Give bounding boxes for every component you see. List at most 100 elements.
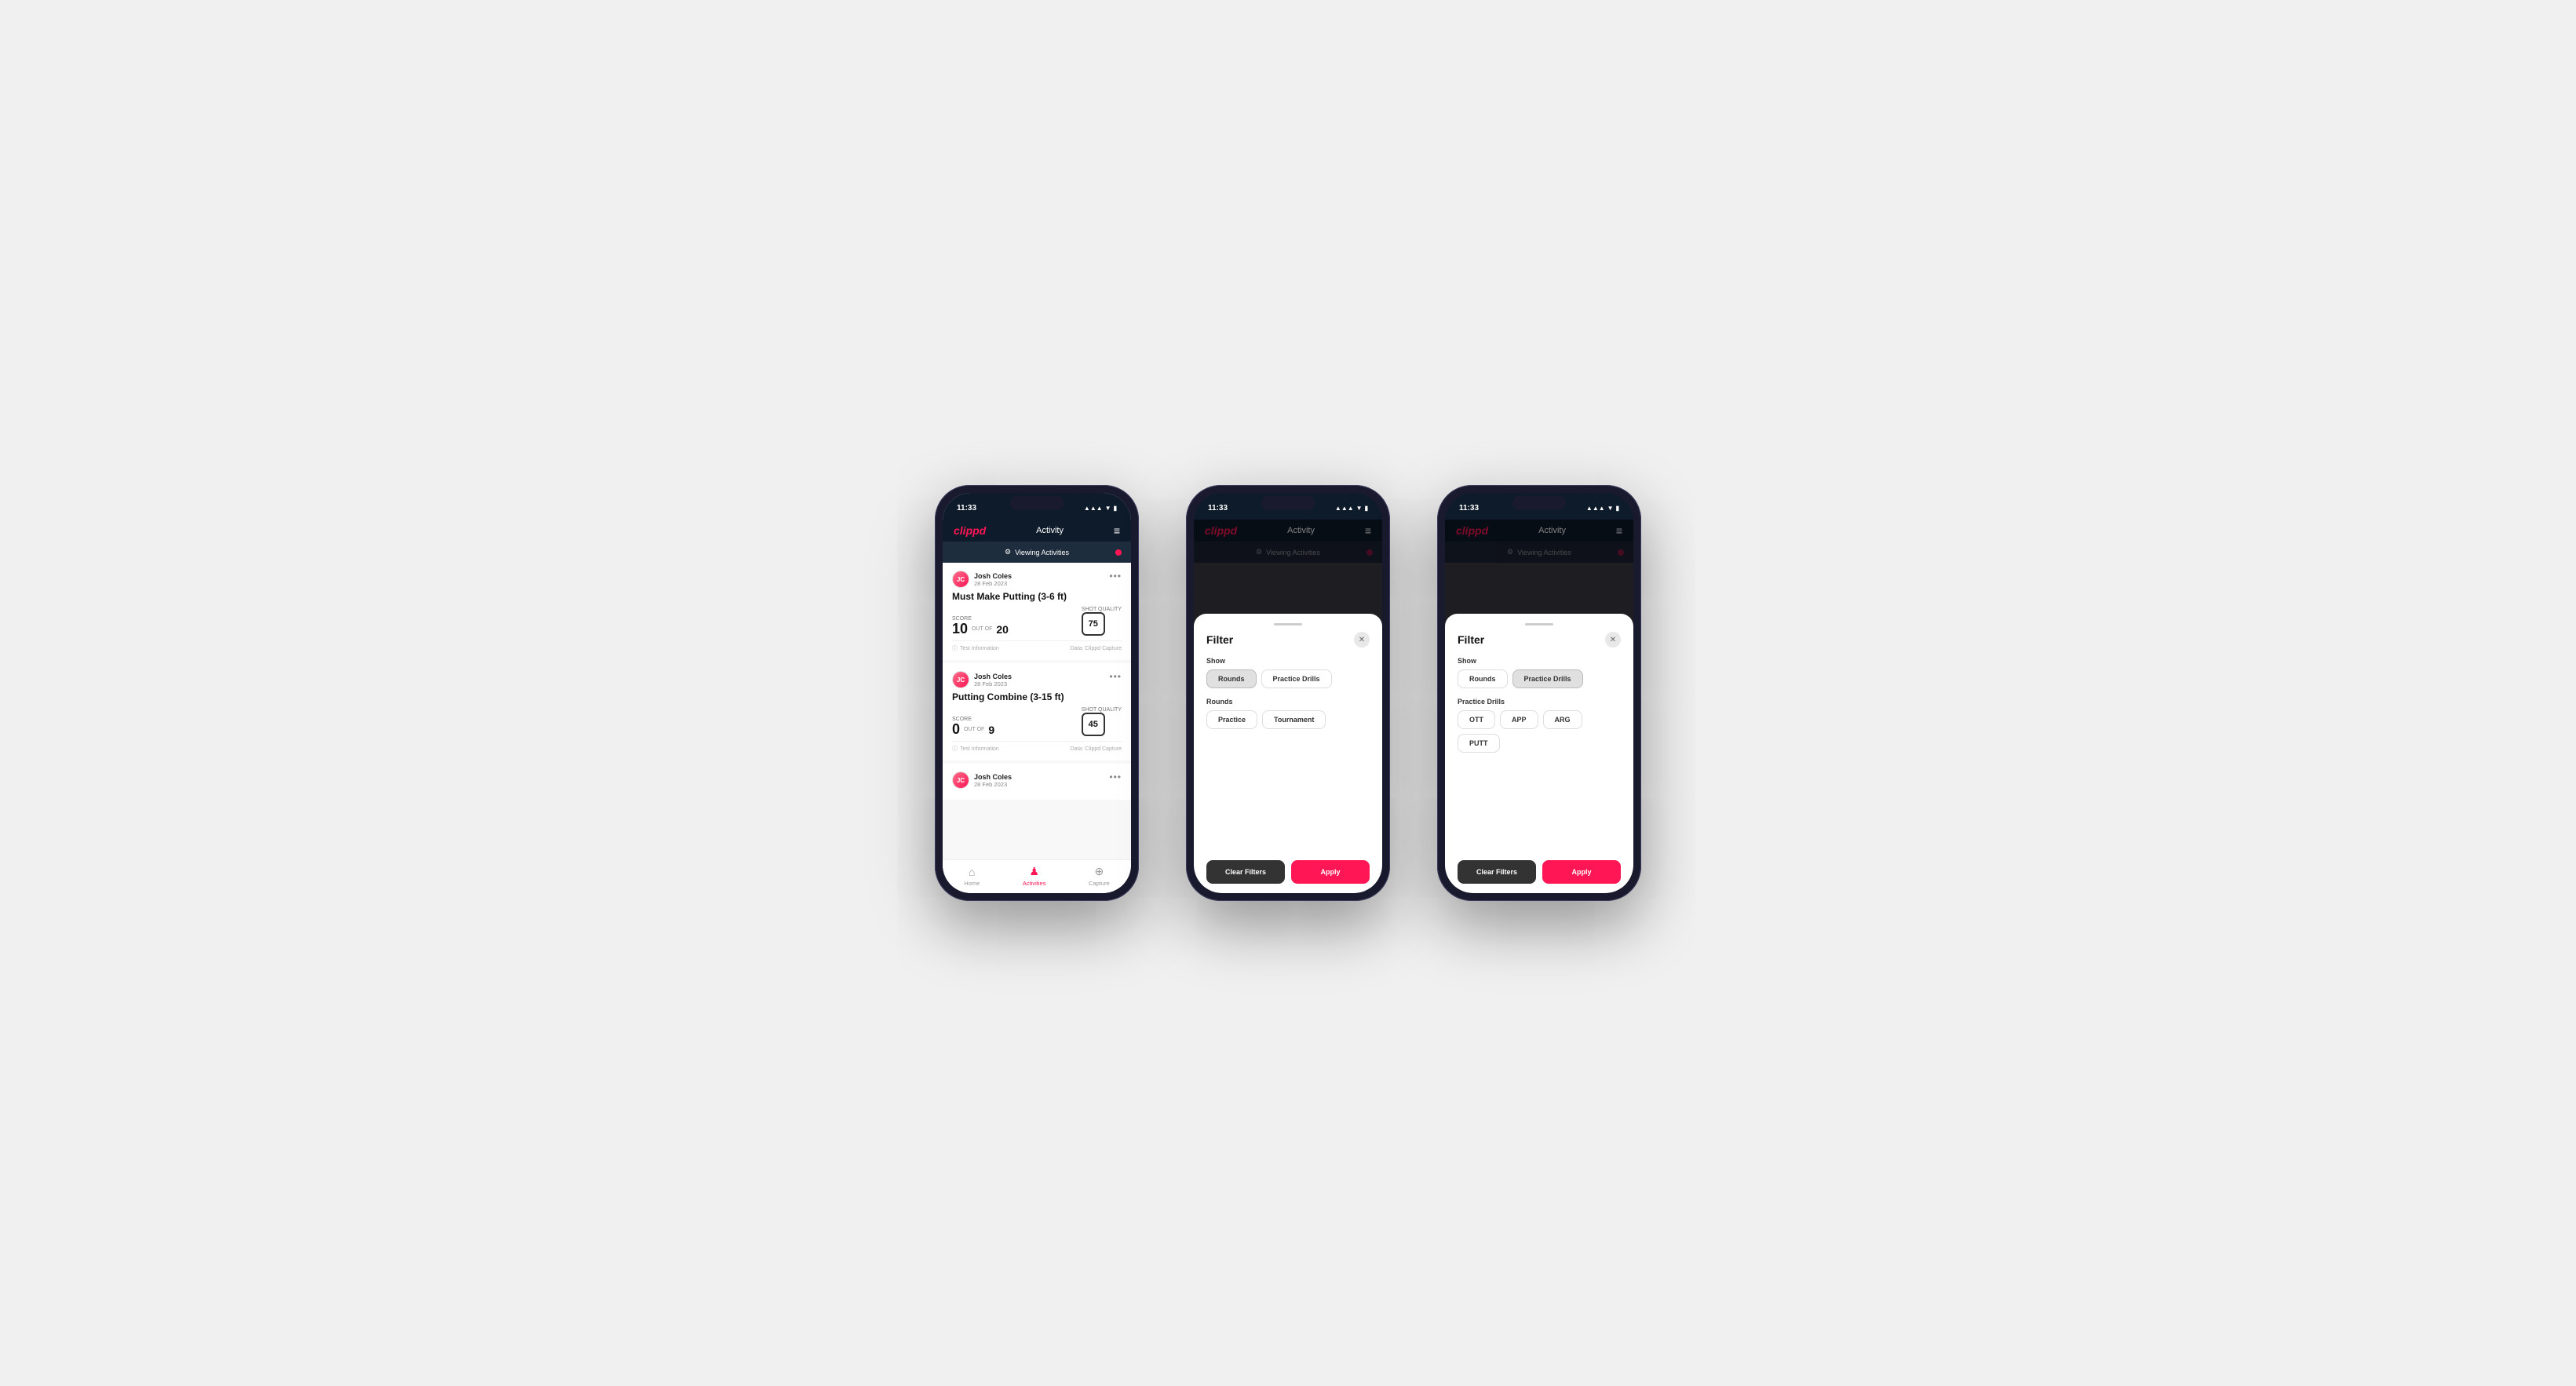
drills-buttons-3: OTT APP ARG PUTT: [1458, 710, 1621, 753]
quality-label-1: Shot Quality: [1082, 607, 1122, 612]
status-time-1: 11:33: [957, 504, 976, 512]
apply-btn-2[interactable]: Apply: [1291, 860, 1370, 884]
quality-label-2: Shot Quality: [1082, 707, 1122, 713]
filter-modal-2: Filter ✕ Show Rounds Practice Drills Rou…: [1194, 520, 1382, 893]
more-btn-2[interactable]: •••: [1109, 671, 1122, 682]
status-time-2: 11:33: [1208, 504, 1228, 512]
footer-data-1: Data: Clippd Capture: [1071, 646, 1122, 651]
avatar-2: JC: [952, 671, 969, 688]
user-info-1: JC Josh Coles 28 Feb 2023: [952, 571, 1012, 588]
arg-btn-3[interactable]: ARG: [1543, 710, 1582, 729]
home-icon-1: ⌂: [969, 866, 975, 878]
user-name-2: Josh Coles: [974, 673, 1012, 680]
user-name-1: Josh Coles: [974, 572, 1012, 580]
modal-actions-3: Clear Filters Apply: [1458, 860, 1621, 884]
show-label-2: Show: [1206, 657, 1370, 665]
phone-2: 11:33 ▲▲▲ ▼ ▮ clippd Activity ≡ ⚙ Viewin…: [1186, 485, 1390, 901]
out-of-1: OUT OF: [972, 626, 992, 632]
sheet-handle-2: [1274, 623, 1302, 626]
user-info-2: JC Josh Coles 28 Feb 2023: [952, 671, 1012, 688]
avatar-image-2: JC: [953, 672, 969, 688]
activity-card-1[interactable]: JC Josh Coles 28 Feb 2023 ••• Must Make …: [943, 563, 1131, 660]
practice-btn-2[interactable]: Practice: [1206, 710, 1257, 729]
modal-backdrop-3[interactable]: [1445, 520, 1633, 614]
wifi-icon: ▼: [1105, 505, 1111, 512]
viewing-text-1: Viewing Activities: [1015, 549, 1069, 556]
battery-icon-2: ▮: [1365, 505, 1368, 512]
avatar-image-1: JC: [953, 571, 969, 587]
activity-card-2[interactable]: JC Josh Coles 28 Feb 2023 ••• Putting Co…: [943, 663, 1131, 760]
signal-icon-2: ▲▲▲: [1335, 505, 1354, 512]
status-icons-2: ▲▲▲ ▼ ▮: [1335, 505, 1368, 512]
battery-icon: ▮: [1114, 505, 1117, 512]
dynamic-island-2: [1261, 496, 1315, 510]
clear-filters-btn-2[interactable]: Clear Filters: [1206, 860, 1285, 884]
viewing-banner-1[interactable]: ⚙ Viewing Activities: [943, 542, 1131, 563]
signal-icon: ▲▲▲: [1084, 505, 1103, 512]
capture-label-1: Capture: [1089, 880, 1110, 887]
rounds-label-2: Rounds: [1206, 698, 1370, 706]
show-buttons-3: Rounds Practice Drills: [1458, 669, 1621, 688]
show-rounds-btn-2[interactable]: Rounds: [1206, 669, 1257, 688]
bottom-nav-1: ⌂ Home ♟ Activities ⊕ Capture: [943, 859, 1131, 893]
user-date-2: 28 Feb 2023: [974, 680, 1012, 688]
footer-data-2: Data: Clippd Capture: [1071, 746, 1122, 752]
modal-title-3: Filter: [1458, 633, 1484, 646]
status-time-3: 11:33: [1459, 504, 1479, 512]
tournament-btn-2[interactable]: Tournament: [1262, 710, 1326, 729]
out-of-2: OUT OF: [964, 727, 984, 732]
signal-icon-3: ▲▲▲: [1586, 505, 1605, 512]
show-rounds-btn-3[interactable]: Rounds: [1458, 669, 1508, 688]
dynamic-island-3: [1512, 496, 1566, 510]
modal-actions-2: Clear Filters Apply: [1206, 860, 1370, 884]
user-name-3: Josh Coles: [974, 773, 1012, 781]
card-title-1: Must Make Putting (3-6 ft): [952, 591, 1122, 602]
battery-icon-3: ▮: [1616, 505, 1619, 512]
phone-3: 11:33 ▲▲▲ ▼ ▮ clippd Activity ≡ ⚙ Viewin…: [1437, 485, 1641, 901]
shots-value-2: 9: [988, 724, 994, 735]
activity-card-3[interactable]: JC Josh Coles 28 Feb 2023 •••: [943, 764, 1131, 800]
user-info-3: JC Josh Coles 28 Feb 2023: [952, 771, 1012, 789]
modal-close-2[interactable]: ✕: [1354, 632, 1370, 647]
ott-btn-3[interactable]: OTT: [1458, 710, 1495, 729]
modal-sheet-2: Filter ✕ Show Rounds Practice Drills Rou…: [1194, 614, 1382, 893]
filter-modal-3: Filter ✕ Show Rounds Practice Drills Pra…: [1445, 520, 1633, 893]
info-icon-2: ⓘ: [952, 745, 958, 753]
modal-close-3[interactable]: ✕: [1605, 632, 1621, 647]
app-btn-3[interactable]: APP: [1500, 710, 1538, 729]
status-icons-3: ▲▲▲ ▼ ▮: [1586, 505, 1619, 512]
show-drills-btn-3[interactable]: Practice Drills: [1512, 669, 1583, 688]
logo-1: clippd: [954, 524, 986, 537]
nav-item-activities-1[interactable]: ♟ Activities: [1023, 865, 1046, 887]
more-btn-3[interactable]: •••: [1109, 771, 1122, 782]
footer-info-2: ⓘ Test Information: [952, 745, 999, 753]
phone-1: 11:33 ▲▲▲ ▼ ▮ clippd Activity ≡ ⚙ Viewin…: [935, 485, 1139, 901]
card-footer-2: ⓘ Test Information Data: Clippd Capture: [952, 741, 1122, 753]
modal-backdrop-2[interactable]: [1194, 520, 1382, 614]
modal-sheet-3: Filter ✕ Show Rounds Practice Drills Pra…: [1445, 614, 1633, 893]
card-stats-2: Score 0 OUT OF 9 Shot Quality 45: [952, 707, 1122, 736]
more-btn-1[interactable]: •••: [1109, 571, 1122, 582]
score-value-1: 10: [952, 622, 968, 636]
avatar-1: JC: [952, 571, 969, 588]
card-footer-1: ⓘ Test Information Data: Clippd Capture: [952, 640, 1122, 652]
show-drills-btn-2[interactable]: Practice Drills: [1261, 669, 1332, 688]
filter-icon-1: ⚙: [1005, 548, 1011, 556]
modal-title-2: Filter: [1206, 633, 1233, 646]
rounds-buttons-2: Practice Tournament: [1206, 710, 1370, 729]
capture-icon-1: ⊕: [1094, 865, 1104, 878]
nav-item-capture-1[interactable]: ⊕ Capture: [1089, 865, 1110, 887]
user-date-3: 28 Feb 2023: [974, 781, 1012, 788]
score-value-2: 0: [952, 722, 960, 736]
footer-info-1: ⓘ Test Information: [952, 644, 999, 652]
quality-badge-1: 75: [1082, 612, 1105, 636]
nav-item-home-1[interactable]: ⌂ Home: [964, 866, 980, 887]
apply-btn-3[interactable]: Apply: [1542, 860, 1621, 884]
quality-badge-2: 45: [1082, 713, 1105, 736]
info-icon-1: ⓘ: [952, 644, 958, 652]
sheet-handle-3: [1525, 623, 1553, 626]
putt-btn-3[interactable]: PUTT: [1458, 734, 1500, 753]
clear-filters-btn-3[interactable]: Clear Filters: [1458, 860, 1536, 884]
modal-header-3: Filter ✕: [1458, 632, 1621, 647]
menu-icon-1[interactable]: ≡: [1114, 524, 1120, 537]
